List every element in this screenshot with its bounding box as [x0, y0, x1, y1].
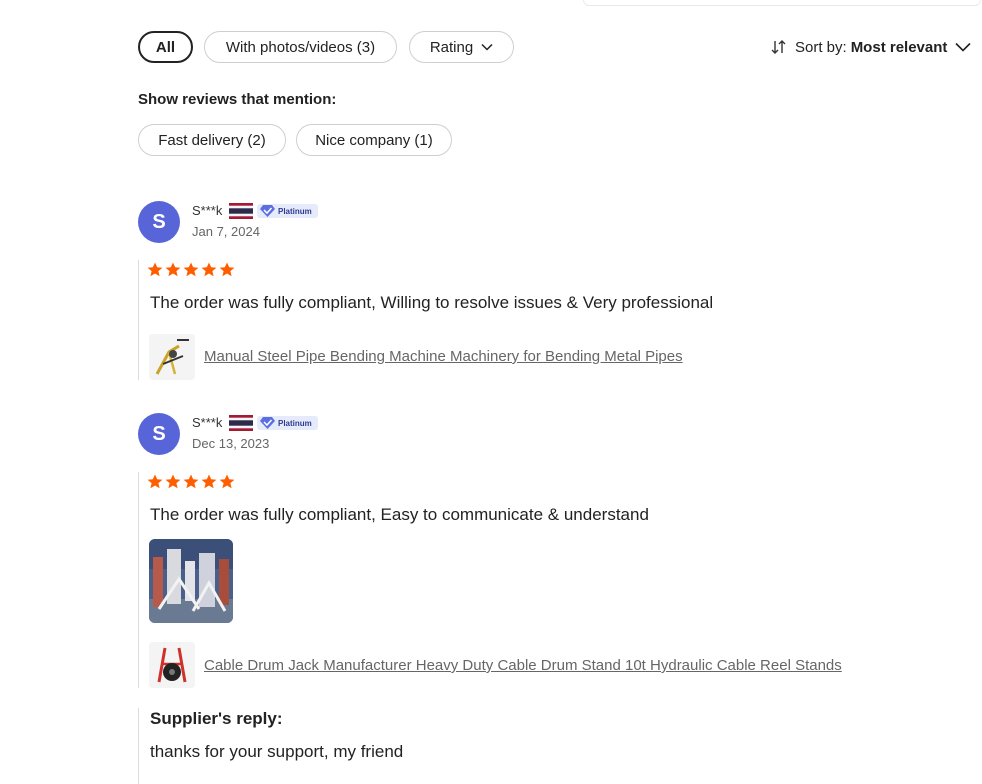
reviewer-name: S***k	[192, 415, 223, 430]
reviewer-avatar: S	[138, 201, 180, 243]
thailand-flag-icon	[229, 203, 253, 219]
star-icon	[183, 474, 199, 489]
sort-dropdown[interactable]: Sort by: Most relevant	[770, 36, 971, 58]
star-rating	[147, 262, 235, 277]
mention-tag-label: Nice company (1)	[315, 131, 433, 149]
mention-tag-nice-company[interactable]: Nice company (1)	[296, 124, 452, 156]
filter-rating-dropdown[interactable]: Rating	[409, 31, 514, 63]
thailand-flag-icon	[229, 415, 253, 431]
filter-photos-label: With photos/videos (3)	[225, 38, 376, 56]
supplier-reply-title: Supplier's reply:	[150, 709, 283, 728]
filter-all-button[interactable]: All	[138, 31, 193, 63]
review-text: The order was fully compliant, Easy to c…	[150, 505, 649, 524]
mentions-title: Show reviews that mention:	[138, 91, 337, 108]
reviewer-avatar: S	[138, 413, 180, 455]
star-icon	[147, 262, 163, 277]
review-photo[interactable]	[149, 539, 233, 623]
platinum-badge: Platinum	[257, 416, 318, 430]
diamond-icon	[260, 417, 275, 429]
mention-tag-label: Fast delivery (2)	[158, 131, 266, 149]
sort-label: Sort by:	[795, 38, 847, 56]
filter-photos-button[interactable]: With photos/videos (3)	[204, 31, 397, 63]
review-date: Jan 7, 2024	[192, 224, 260, 239]
chevron-down-icon	[481, 43, 493, 51]
reviewer-name: S***k	[192, 203, 223, 218]
sort-arrows-icon	[770, 38, 788, 56]
product-link[interactable]: Manual Steel Pipe Bending Machine Machin…	[204, 348, 683, 365]
product-link[interactable]: Cable Drum Jack Manufacturer Heavy Duty …	[204, 657, 842, 674]
review-divider-line	[138, 472, 139, 688]
star-icon	[201, 262, 217, 277]
chevron-down-icon	[955, 42, 971, 52]
star-icon	[165, 262, 181, 277]
sort-value: Most relevant	[850, 38, 948, 56]
top-panel-edge	[583, 0, 981, 6]
review-date: Dec 13, 2023	[192, 436, 270, 451]
star-icon	[201, 474, 217, 489]
supplier-reply-text: thanks for your support, my friend	[150, 742, 404, 761]
badge-label: Platinum	[278, 418, 312, 428]
platinum-badge: Platinum	[257, 204, 318, 218]
star-icon	[147, 474, 163, 489]
review-divider-line	[138, 260, 139, 380]
product-thumbnail[interactable]	[149, 642, 195, 688]
badge-label: Platinum	[278, 206, 312, 216]
star-rating	[147, 474, 235, 489]
product-thumbnail[interactable]	[149, 334, 195, 380]
review-text: The order was fully compliant, Willing t…	[150, 293, 714, 312]
mention-tag-fast-delivery[interactable]: Fast delivery (2)	[138, 124, 286, 156]
star-icon	[219, 474, 235, 489]
star-icon	[219, 262, 235, 277]
diamond-icon	[260, 205, 275, 217]
star-icon	[165, 474, 181, 489]
filter-rating-label: Rating	[429, 38, 474, 56]
star-icon	[183, 262, 199, 277]
reply-divider-line	[138, 708, 139, 784]
filter-all-label: All	[155, 38, 176, 56]
